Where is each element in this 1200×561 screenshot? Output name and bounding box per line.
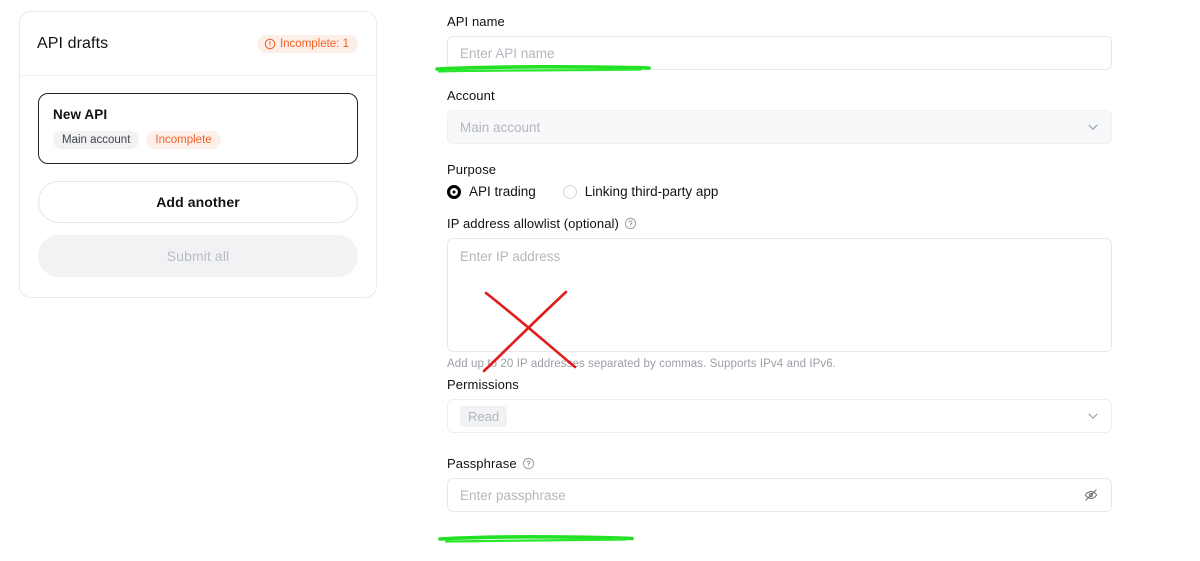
chip-account: Main account xyxy=(53,131,140,149)
ip-allowlist-label: IP address allowlist (optional) xyxy=(447,216,1112,231)
radio-label-linking-third-party-app: Linking third-party app xyxy=(584,184,719,199)
account-label: Account xyxy=(447,88,495,103)
permissions-label: Permissions xyxy=(447,377,519,392)
account-selected-value: Main account xyxy=(460,119,541,135)
api-drafts-body: New API Main account Incomplete Add anot… xyxy=(20,76,376,297)
ip-allowlist-label-text: IP address allowlist (optional) xyxy=(447,216,619,231)
purpose-label: Purpose xyxy=(447,162,497,177)
passphrase-label-text: Passphrase xyxy=(447,456,517,471)
passphrase-placeholder: Enter passphrase xyxy=(460,487,566,503)
field-purpose: Purpose API trading Linking third-party … xyxy=(447,162,1112,199)
passphrase-input[interactable]: Enter passphrase xyxy=(447,478,1112,512)
chevron-down-icon xyxy=(1086,120,1100,134)
incomplete-count-badge: Incomplete: 1 xyxy=(256,34,358,53)
panel-title: API drafts xyxy=(37,34,109,52)
ip-allowlist-placeholder: Enter IP address xyxy=(460,249,561,264)
passphrase-label: Passphrase xyxy=(447,456,1112,471)
radio-selected-icon xyxy=(447,184,461,199)
chip-status: Incomplete xyxy=(146,131,221,149)
account-select[interactable]: Main account xyxy=(447,110,1112,144)
api-drafts-panel: API drafts Incomplete: 1 New API Main ac… xyxy=(19,11,377,298)
draft-card-chips: Main account Incomplete xyxy=(53,131,343,149)
permissions-select[interactable]: Read xyxy=(447,399,1112,433)
field-passphrase: Passphrase Enter passphrase xyxy=(447,456,1112,512)
radio-option-linking-third-party-app[interactable]: Linking third-party app xyxy=(562,184,719,199)
api-name-placeholder: Enter API name xyxy=(460,45,555,61)
api-name-label: API name xyxy=(447,14,505,29)
question-circle-icon[interactable] xyxy=(522,457,535,470)
field-permissions: Permissions Read xyxy=(447,377,1112,433)
chevron-down-icon xyxy=(1086,409,1100,423)
field-ip-allowlist: IP address allowlist (optional) Enter IP… xyxy=(447,216,1112,370)
ip-allowlist-textarea[interactable]: Enter IP address xyxy=(447,238,1112,352)
question-circle-icon[interactable] xyxy=(624,217,637,230)
field-account: Account Main account xyxy=(447,88,1112,144)
draft-card-name: New API xyxy=(53,107,108,122)
alert-circle-icon xyxy=(264,38,276,50)
draft-card-new-api[interactable]: New API Main account Incomplete xyxy=(38,93,358,164)
purpose-radio-group: API trading Linking third-party app xyxy=(447,184,1112,199)
field-api-name: API name Enter API name xyxy=(447,14,1112,70)
api-name-input[interactable]: Enter API name xyxy=(447,36,1112,70)
incomplete-badge-label: Incomplete: 1 xyxy=(279,37,349,50)
api-drafts-header: API drafts Incomplete: 1 xyxy=(20,12,376,76)
ip-allowlist-helper-text: Add up to 20 IP addresses separated by c… xyxy=(447,358,837,370)
api-creation-form: API name Enter API name Account Main acc… xyxy=(447,14,1112,512)
green-underline-passphrase xyxy=(438,535,634,543)
permission-tag-read: Read xyxy=(460,405,508,427)
eye-off-icon[interactable] xyxy=(1083,487,1099,503)
radio-option-api-trading[interactable]: API trading xyxy=(447,184,536,199)
radio-unselected-icon xyxy=(562,184,577,199)
add-another-button[interactable]: Add another xyxy=(38,181,358,223)
radio-label-api-trading: API trading xyxy=(469,184,536,199)
submit-all-button[interactable]: Submit all xyxy=(38,235,358,277)
